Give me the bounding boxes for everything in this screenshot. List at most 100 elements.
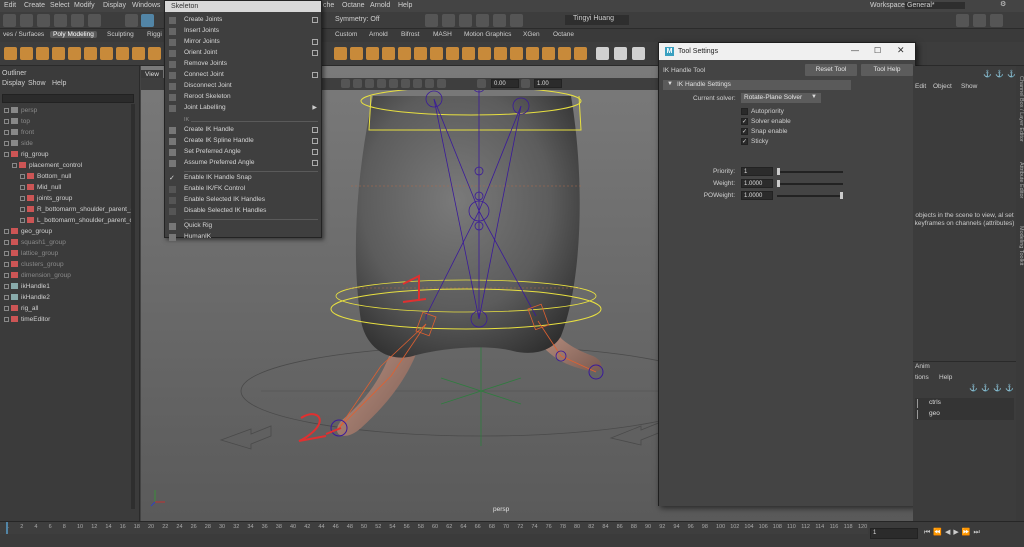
ipr-icon[interactable] [442, 14, 455, 27]
gamma-field[interactable]: 1.00 [534, 79, 562, 88]
outliner-item[interactable]: front [4, 128, 34, 138]
mirror-icon[interactable] [382, 47, 395, 60]
poly-cylinder-icon[interactable] [36, 47, 49, 60]
layer-row-geo[interactable]: geo [915, 409, 1014, 420]
poly-helix-icon[interactable] [148, 47, 161, 60]
checkbox[interactable]: ✓ [741, 128, 748, 135]
outliner-item[interactable]: lattice_group [4, 249, 58, 259]
menu-arnold[interactable]: Arnold [370, 2, 390, 9]
outliner-item[interactable]: joints_group [20, 194, 72, 204]
combine-icon[interactable] [334, 47, 347, 60]
slider-track[interactable] [777, 183, 843, 185]
toggle-panel-icon-3[interactable] [990, 14, 1003, 27]
outliner-item[interactable]: R_bottomarm_shoulder_parent_c [20, 205, 134, 215]
maximize-icon[interactable]: ☐ [874, 46, 881, 55]
bridge-icon[interactable] [446, 47, 459, 60]
expand-icon[interactable] [4, 272, 9, 278]
toggle-panel-icon[interactable] [956, 14, 969, 27]
option-box-icon[interactable] [312, 39, 318, 45]
expand-icon[interactable] [4, 283, 9, 289]
outliner-item[interactable]: clusters_group [4, 260, 64, 270]
toggle-panel-icon-2[interactable] [973, 14, 986, 27]
current-time-marker[interactable] [6, 522, 8, 534]
channel-menu-edit[interactable]: Edit [915, 83, 926, 90]
layer-move-up-icon[interactable]: ⚓ [993, 384, 1002, 392]
outliner-item[interactable]: persp [4, 106, 37, 116]
outliner-item[interactable]: geo_group [4, 227, 52, 237]
menu-help[interactable]: Help [398, 2, 412, 9]
reduce-icon[interactable] [414, 47, 427, 60]
exposure-field[interactable]: 0.00 [491, 79, 519, 88]
skeleton-menu-item[interactable]: Disconnect Joint [184, 82, 232, 89]
tab-sculpting[interactable]: Sculpting [104, 31, 137, 38]
multi-cut-icon[interactable] [542, 47, 555, 60]
insert-loop-icon[interactable] [558, 47, 571, 60]
extrude-icon[interactable] [430, 47, 443, 60]
separate-icon[interactable] [350, 47, 363, 60]
expand-icon[interactable] [4, 107, 9, 113]
expand-icon[interactable] [20, 184, 25, 190]
skeleton-menu-item[interactable]: Joint Labelling [184, 104, 226, 111]
lights-icon[interactable] [377, 79, 386, 88]
fill-hole-icon[interactable] [494, 47, 507, 60]
expand-icon[interactable] [4, 118, 9, 124]
option-box-icon[interactable] [312, 149, 318, 155]
menu-cache[interactable]: che [323, 2, 334, 9]
undo-icon[interactable] [71, 14, 84, 27]
expand-icon[interactable] [4, 316, 9, 322]
tab-mash[interactable]: MASH [430, 31, 455, 38]
isolate-icon[interactable] [413, 79, 422, 88]
option-box-icon[interactable] [312, 50, 318, 56]
outliner-item[interactable]: timeEditor [4, 315, 50, 325]
skeleton-menu-item[interactable]: Create Joints [184, 16, 222, 23]
outliner-item[interactable]: ikHandle1 [4, 282, 50, 292]
auto-map-icon[interactable] [632, 47, 645, 60]
uv-editor-icon[interactable] [596, 47, 609, 60]
skeleton-menu-item[interactable]: Enable Selected IK Handles [184, 196, 265, 203]
skeleton-menu-item[interactable]: Create IK Spline Handle [184, 137, 254, 144]
poly-cube-icon[interactable] [20, 47, 33, 60]
menu-octane[interactable]: Octane [342, 2, 365, 9]
outliner-menu-display[interactable]: Display [2, 80, 25, 87]
expand-icon[interactable] [4, 140, 9, 146]
layer-menu-help[interactable]: Help [939, 374, 952, 381]
outliner-menu-help[interactable]: Help [52, 80, 66, 87]
tab-octane[interactable]: Octane [550, 31, 577, 38]
tab-channel-box[interactable]: Channel Box / Layer Editor [1016, 76, 1024, 156]
playback-controls[interactable]: ⏮⏪◀▶⏩⏭ [924, 528, 983, 537]
poly-disc-icon[interactable] [100, 47, 113, 60]
slider-track[interactable] [777, 171, 843, 173]
tab-modeling-toolkit[interactable]: Modeling Toolkit [1016, 226, 1024, 286]
tab-attribute-editor[interactable]: Attribute Editor [1016, 162, 1024, 222]
hud-icon[interactable] [437, 79, 446, 88]
checkbox[interactable]: ✓ [741, 118, 748, 125]
menu-display[interactable]: Display [103, 2, 126, 9]
option-box-icon[interactable] [312, 160, 318, 166]
skeleton-menu-item[interactable]: HumanIK [184, 233, 211, 240]
new-scene-icon[interactable] [20, 14, 33, 27]
close-icon[interactable]: ✕ [897, 45, 905, 56]
expand-icon[interactable] [20, 173, 25, 179]
menu-create[interactable]: Create [24, 2, 45, 9]
tool-help-button[interactable]: Tool Help [861, 64, 913, 76]
timeline[interactable]: 1246810121416182022242628303234363840424… [0, 521, 1024, 547]
exposure-icon[interactable] [477, 79, 486, 88]
poly-plane-icon[interactable] [84, 47, 97, 60]
tab-xgen[interactable]: XGen [520, 31, 543, 38]
tab-motion-graphics[interactable]: Motion Graphics [461, 31, 514, 38]
merge-icon[interactable] [510, 47, 523, 60]
expand-icon[interactable] [20, 206, 25, 212]
outliner-item[interactable]: side [4, 139, 33, 149]
open-icon[interactable] [37, 14, 50, 27]
skeleton-menu-item[interactable]: Reroot Skeleton [184, 93, 231, 100]
option-box-icon[interactable] [312, 17, 318, 23]
slider-thumb[interactable] [777, 180, 780, 187]
skeleton-menu-item[interactable]: Orient Joint [184, 49, 217, 56]
offset-loop-icon[interactable] [574, 47, 587, 60]
outliner-item[interactable]: placement_control [12, 161, 82, 171]
layer-add-selected-icon[interactable]: ⚓ [981, 384, 990, 392]
outliner-item[interactable]: rig_all [4, 304, 38, 314]
value-field[interactable]: 1 [741, 167, 773, 176]
outliner-item[interactable]: L_bottomarm_shoulder_parent_c [20, 216, 133, 226]
value-field[interactable]: 1.0000 [741, 191, 773, 200]
